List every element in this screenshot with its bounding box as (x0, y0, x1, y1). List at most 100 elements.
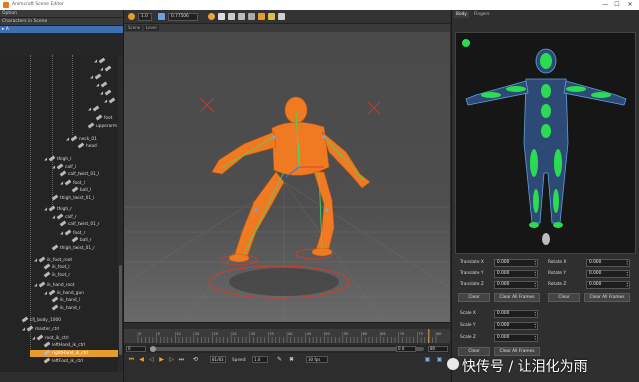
rotate-z-input[interactable]: 0.000 ▴ ▾ (586, 281, 630, 289)
tree-node[interactable]: ◢ foot_l (60, 179, 85, 186)
translate-y-input[interactable]: 0.000 ▴ ▾ (494, 270, 538, 278)
outliner-scrollbar[interactable] (118, 55, 123, 372)
range-end-field[interactable]: 80 (428, 346, 448, 352)
tree-node[interactable]: cfj_body_1000 (21, 316, 61, 324)
spin-arrows-icon[interactable]: ▴ ▾ (626, 271, 628, 277)
grid-dense-icon[interactable] (228, 13, 235, 20)
range-bar[interactable] (150, 347, 424, 351)
clear-rotate-button[interactable]: Clear (548, 293, 580, 302)
tab-level[interactable]: Level (144, 25, 159, 31)
translate-z-input[interactable]: 0.000 ▴ ▾ (494, 281, 538, 289)
spin-arrows-icon[interactable]: ▴ ▾ (626, 260, 628, 266)
spin-arrows-icon[interactable]: ▴ ▾ (534, 323, 536, 329)
tree-node[interactable]: ◢ calf_r (52, 213, 77, 220)
tree-node-arm-chain[interactable]: ◢ (104, 97, 117, 104)
range-start-field[interactable]: 0 (126, 346, 146, 352)
tree-node[interactable]: ◢ master_ctrl (22, 325, 59, 332)
sun-icon[interactable] (208, 13, 215, 20)
delete-key-icon[interactable]: ✖ (288, 356, 295, 363)
tree-node-arm-chain[interactable]: ◢ (100, 65, 113, 72)
rotate-x-input[interactable]: 0.000 ▴ ▾ (586, 259, 630, 267)
tree-node-arm-chain[interactable]: ◢ (94, 57, 107, 64)
spin-arrows-icon[interactable]: ▴ ▾ (534, 282, 536, 288)
close-button[interactable]: ✕ (625, 1, 635, 9)
tree-node[interactable]: ik_hand_l (51, 296, 80, 304)
speed-field[interactable]: 1.0 (252, 356, 268, 363)
step-forward-icon[interactable]: ▷ (168, 356, 175, 363)
save-icon[interactable]: ▣ (424, 356, 431, 363)
tree-node[interactable]: leftHand_ik_ctrl (43, 341, 85, 349)
tree-node[interactable]: thigh_twist_01_l (51, 194, 94, 202)
pole-vector-marker[interactable] (367, 101, 381, 115)
tree-node[interactable]: foot (95, 114, 112, 122)
tree-node[interactable]: upperarm (87, 122, 117, 130)
fps-select[interactable]: 30 fps (306, 356, 328, 363)
tree-node[interactable]: leftFoot_ik_ctrl (43, 357, 83, 365)
range-slider[interactable]: 0 0.0 80 (124, 345, 450, 353)
3d-viewport[interactable] (124, 32, 450, 322)
clear-scale-button[interactable]: Clear (458, 347, 490, 356)
root-control[interactable] (542, 233, 550, 245)
spin-arrows-icon[interactable]: ▴ ▾ (534, 271, 536, 277)
tree-node[interactable]: ◢ ik_hand_root (34, 281, 74, 288)
clear-all-frames-rotate-button[interactable]: Clear All Frames (584, 293, 630, 302)
tab-scene[interactable]: Scene (126, 25, 143, 31)
tree-node[interactable]: ◢ ik_hand_gun (44, 289, 84, 296)
tree-node[interactable]: head (77, 142, 97, 150)
tab-fingers[interactable]: Fingers (472, 11, 491, 18)
folder-icon[interactable] (268, 13, 275, 20)
tree-node[interactable]: ik_hand_r (51, 304, 81, 312)
tree-node[interactable]: ik_foot_r (43, 271, 70, 279)
tree-node[interactable]: ◢ neck_01 (66, 135, 97, 142)
play-reverse-icon[interactable]: ◁ (148, 356, 155, 363)
status-dot-icon[interactable] (462, 39, 470, 47)
tree-node[interactable]: ◢ thigh_r (44, 205, 72, 212)
tree-node[interactable]: thigh_twist_01_r (51, 244, 95, 252)
tree-node-arm-chain[interactable]: ◢ (90, 73, 103, 80)
clear-translate-button[interactable]: Clear (458, 293, 490, 302)
rotate-y-input[interactable]: 0.000 ▴ ▾ (586, 270, 630, 278)
minimize-button[interactable]: — (600, 1, 610, 9)
scale-x-input[interactable]: 0.000 ▴ ▾ (494, 310, 538, 318)
jump-end-icon[interactable]: ⏭ (178, 356, 185, 363)
tree-node[interactable]: ◢ thigh_l (44, 155, 71, 162)
spin-arrows-icon[interactable]: ▴ ▾ (626, 282, 628, 288)
tree-node-arm-chain[interactable]: ◢ (100, 89, 113, 96)
zoom-field[interactable]: 1.0 (138, 13, 152, 21)
tree-node[interactable]: ball_l (71, 186, 91, 194)
export-icon[interactable]: ▣ (436, 356, 443, 363)
key-icon[interactable]: ✎ (276, 356, 283, 363)
current-frame-field[interactable]: 81/83 (210, 356, 226, 363)
character-mesh[interactable] (211, 96, 371, 263)
scrollbar-thumb[interactable] (119, 265, 122, 355)
spin-arrows-icon[interactable]: ▴ ▾ (534, 335, 536, 341)
clear-all-frames-translate-button[interactable]: Clear All Frames (494, 293, 540, 302)
tree-node[interactable]: ◢ ik_foot_root (34, 256, 72, 263)
light-icon[interactable] (258, 13, 265, 20)
maximize-button[interactable]: ☐ (612, 1, 622, 9)
character-item[interactable]: ▸ A (0, 26, 123, 33)
grid-icon[interactable] (218, 13, 225, 20)
tree-node-arm-chain[interactable]: ◢ (88, 105, 101, 112)
image-icon[interactable] (248, 13, 255, 20)
timeline-ruler[interactable]: 0 5 10 15 20 25 30 35 40 45 50 55 60 65 70 75 80 (124, 329, 450, 343)
camera-icon[interactable] (278, 13, 285, 20)
tree-node[interactable]: ik_foot_l (43, 263, 70, 271)
range-end-value[interactable]: 0.0 (396, 346, 416, 352)
move-tool-icon[interactable] (128, 13, 135, 20)
step-back-icon[interactable]: ◀ (138, 356, 145, 363)
pole-vector-marker[interactable] (199, 97, 215, 113)
spin-arrows-icon[interactable]: ▴ ▾ (534, 311, 536, 317)
body-selector-view[interactable] (455, 32, 636, 254)
scale-tool-icon[interactable] (158, 13, 165, 20)
spin-arrows-icon[interactable]: ▴ ▾ (534, 260, 536, 266)
tree-node[interactable]: calf_twist_01_l (59, 170, 99, 178)
tree-node[interactable]: ball_r (71, 236, 92, 244)
scale-field[interactable]: 0.77506 (168, 13, 198, 21)
jump-start-icon[interactable]: ⏮ (128, 356, 135, 363)
play-icon[interactable]: ▶ (158, 356, 165, 363)
scale-z-input[interactable]: 0.000 ▴ ▾ (494, 334, 538, 342)
translate-x-input[interactable]: 0.000 ▴ ▾ (494, 259, 538, 267)
tree-node-arm-chain[interactable]: ◢ (96, 81, 109, 88)
scale-y-input[interactable]: 0.000 ▴ ▾ (494, 322, 538, 330)
